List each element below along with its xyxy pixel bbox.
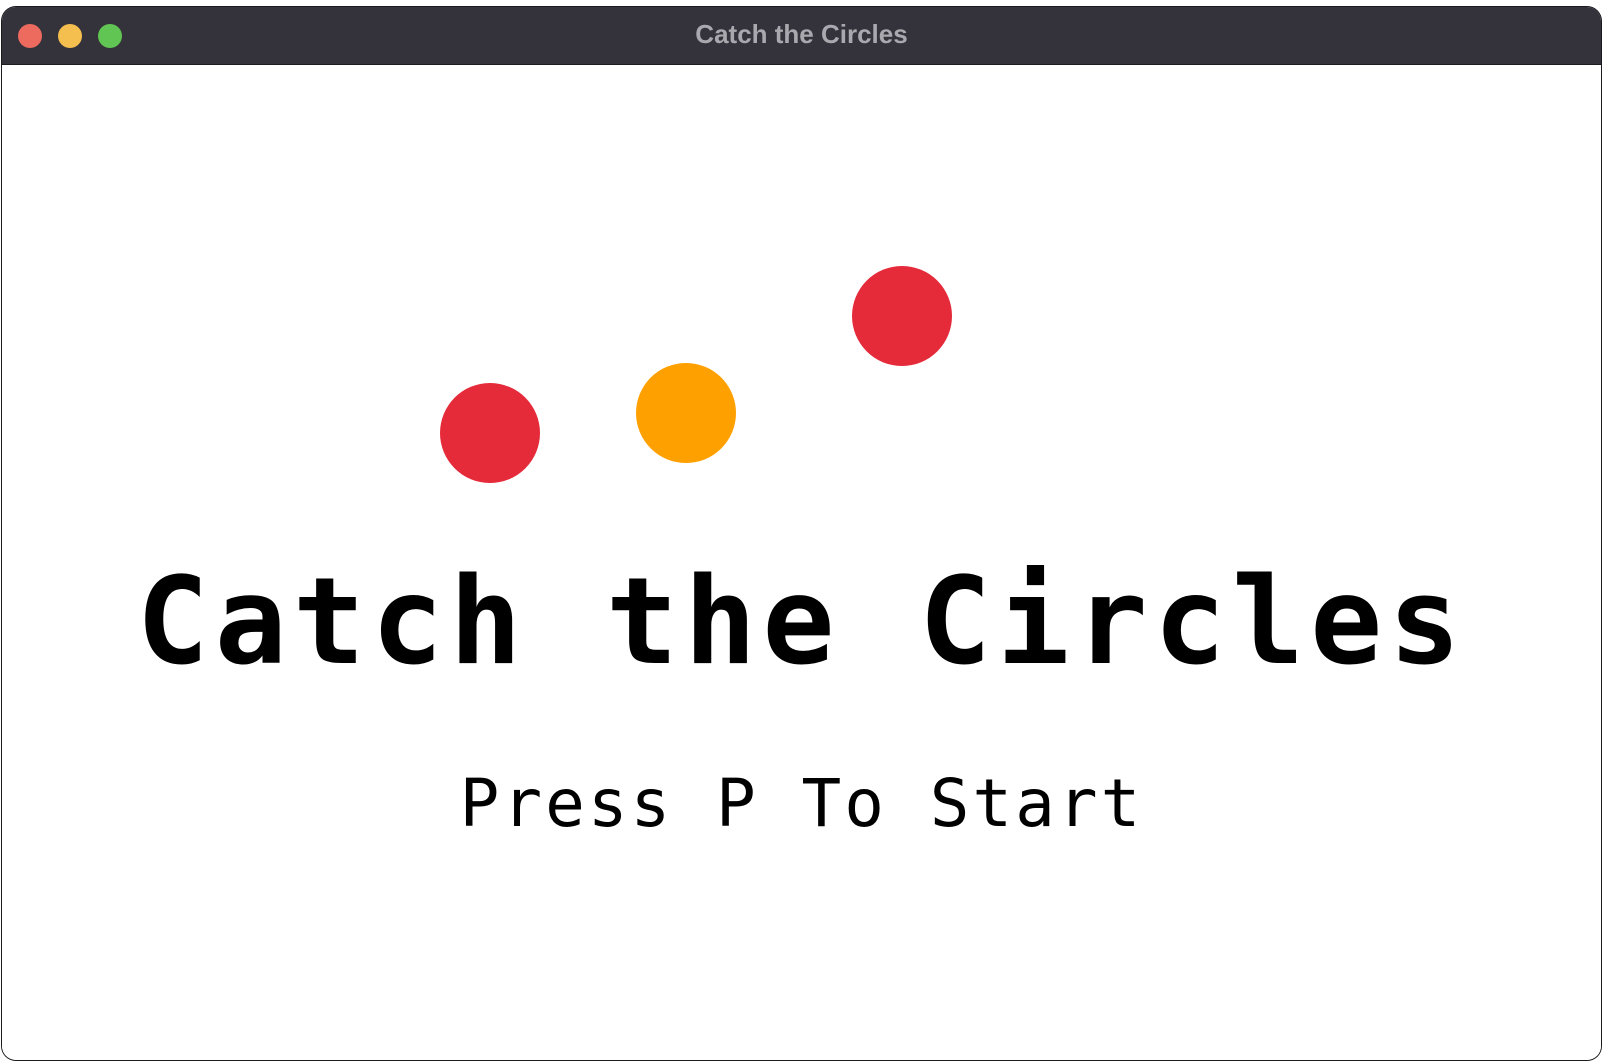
orange-circle-middle xyxy=(636,363,736,463)
start-prompt: Press P To Start xyxy=(459,765,1144,842)
game-canvas[interactable]: Catch the Circles Press P To Start xyxy=(2,65,1601,1060)
title-bar[interactable]: Catch the Circles xyxy=(2,7,1601,65)
red-circle-left xyxy=(440,383,540,483)
game-title: Catch the Circles xyxy=(136,553,1467,692)
window-title: Catch the Circles xyxy=(695,19,908,49)
red-circle-right xyxy=(852,266,952,366)
app-window: Catch the Circles Catch the Circles Pres… xyxy=(2,7,1601,1060)
